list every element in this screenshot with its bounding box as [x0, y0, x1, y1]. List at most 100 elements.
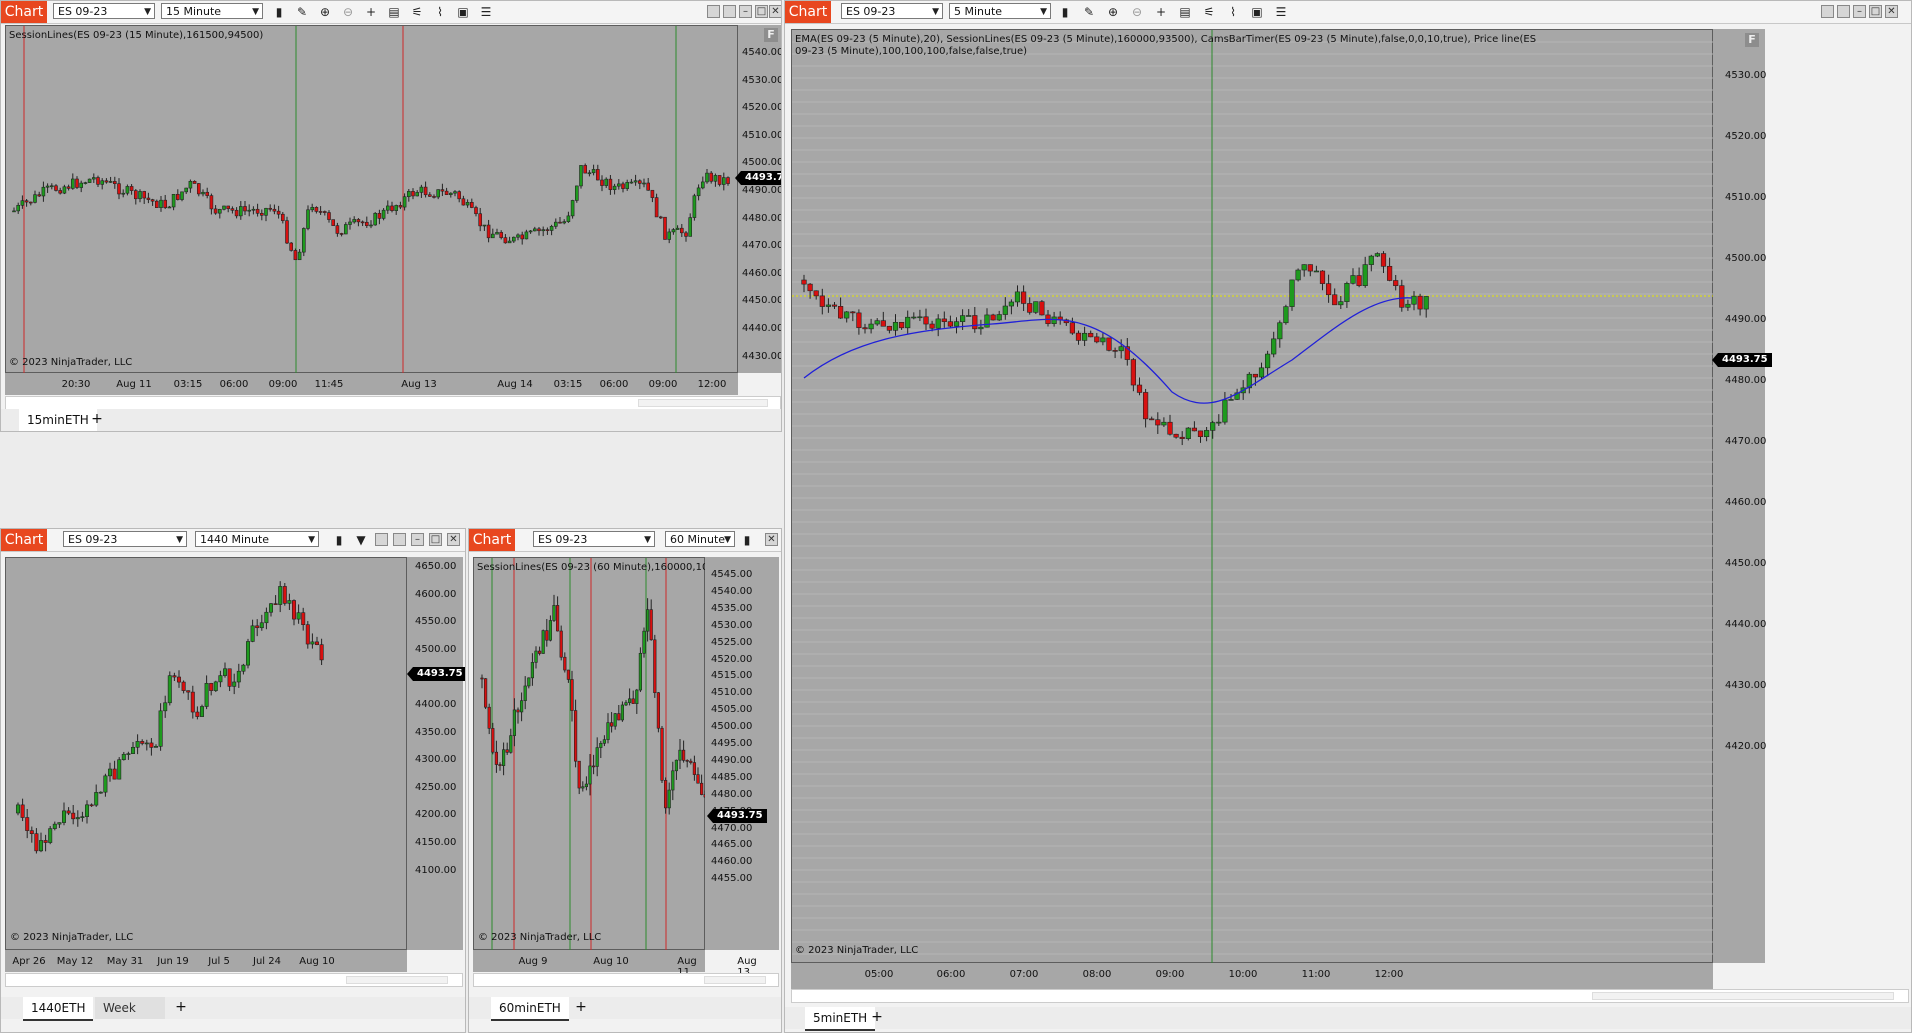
bar-style-icon[interactable]: ▮ — [739, 532, 755, 548]
candle-body — [1106, 337, 1112, 351]
candle-body — [402, 196, 407, 208]
instrument-selector[interactable]: ES 09-23 ▼ — [63, 531, 187, 547]
bar-style-icon[interactable]: ▮ — [271, 4, 287, 20]
horizontal-scrollbar[interactable] — [473, 973, 779, 987]
candle-body — [385, 205, 390, 211]
price-panel[interactable]: EMA(ES 09-23 (5 Minute),20), SessionLine… — [791, 29, 1714, 964]
tab-week[interactable]: Week — [95, 997, 165, 1019]
window-link-button[interactable] — [375, 533, 388, 546]
chart-toolbar: Chart ES 09-23 ▼ 60 Minute ▼ ▮ ✕ — [469, 529, 781, 552]
candle-body — [469, 202, 474, 208]
candle-body — [819, 295, 825, 307]
properties-icon[interactable]: ▣ — [455, 4, 471, 20]
candle-body — [671, 229, 676, 233]
candle-body — [103, 775, 108, 793]
indicators-icon[interactable]: ⚟ — [1201, 4, 1217, 20]
scrollbar-thumb[interactable] — [346, 976, 448, 984]
y-axis[interactable]: F 4530.00 4520.00 4510.00 4500.00 4490.00 448… — [1712, 29, 1772, 963]
data-box-icon[interactable]: ▤ — [386, 4, 402, 20]
window-link-button[interactable] — [707, 5, 720, 18]
list-icon[interactable]: ☰ — [1273, 4, 1289, 20]
tab-60minETH[interactable]: 60minETH — [491, 997, 569, 1021]
maximize-button[interactable]: □ — [755, 5, 768, 18]
candle-body — [892, 322, 899, 331]
list-icon[interactable]: ☰ — [478, 4, 494, 20]
more-icon[interactable]: ▼ — [353, 532, 369, 548]
instrument-selector[interactable]: ES 09-23 ▼ — [841, 3, 943, 19]
close-button[interactable]: ✕ — [447, 533, 460, 546]
horizontal-scrollbar[interactable] — [791, 989, 1909, 1003]
window-link2-button[interactable] — [393, 533, 406, 546]
candle-body — [1027, 303, 1033, 313]
add-tab-icon[interactable]: + — [869, 1009, 885, 1025]
horizontal-scrollbar[interactable] — [5, 396, 781, 410]
instrument-selector[interactable]: ES 09-23 ▼ — [53, 3, 155, 19]
scrollbar-thumb[interactable] — [704, 976, 766, 984]
add-tab-icon[interactable]: + — [573, 999, 589, 1015]
minimize-button[interactable]: – — [411, 533, 424, 546]
strategies-icon[interactable]: ⌇ — [1225, 4, 1241, 20]
candle-body — [71, 178, 75, 189]
candle-body — [660, 727, 664, 781]
data-box-icon[interactable]: ▤ — [1177, 4, 1193, 20]
y-axis[interactable]: 4545.00 4540.00 4535.00 4530.00 4525.00 4520.… — [705, 557, 779, 950]
x-axis[interactable]: 20:30 Aug 11 03:15 06:00 09:00 11:45 Aug 13 Aug… — [5, 373, 738, 395]
draw-icon[interactable]: ✎ — [1081, 4, 1097, 20]
x-axis[interactable]: 05:00 06:00 07:00 08:00 09:00 10:00 11:00 12:00 — [791, 963, 1713, 989]
bar-style-icon[interactable]: ▮ — [331, 532, 347, 548]
zoom-in-icon[interactable]: ⊕ — [317, 4, 333, 20]
candle-body — [172, 675, 177, 678]
candle-body — [953, 321, 960, 327]
draw-icon[interactable]: ✎ — [294, 4, 310, 20]
interval-selector[interactable]: 15 Minute ▼ — [161, 3, 263, 19]
interval-selector[interactable]: 60 Minute ▼ — [665, 531, 735, 547]
candle-body — [264, 207, 268, 216]
candle-body — [667, 789, 671, 809]
crosshair-icon[interactable]: + — [363, 4, 379, 20]
scrollbar-thumb[interactable] — [638, 399, 768, 407]
add-tab-icon[interactable]: + — [173, 999, 189, 1015]
zoom-in-icon[interactable]: ⊕ — [1105, 4, 1121, 20]
candle-body — [692, 762, 697, 775]
close-button[interactable]: ✕ — [769, 5, 781, 18]
interval-selector[interactable]: 5 Minute ▼ — [949, 3, 1051, 19]
add-tab-icon[interactable]: + — [89, 411, 105, 427]
chart-menu-button[interactable]: Chart — [785, 1, 831, 23]
properties-icon[interactable]: ▣ — [1249, 4, 1265, 20]
strategies-icon[interactable]: ⌇ — [432, 4, 448, 20]
tab-5minETH[interactable]: 5minETH — [805, 1007, 876, 1031]
close-button[interactable]: ✕ — [1885, 5, 1898, 18]
crosshair-icon[interactable]: + — [1153, 4, 1169, 20]
candle-body — [138, 191, 142, 200]
minimize-button[interactable]: – — [739, 5, 752, 18]
chart-menu-button[interactable]: Chart — [469, 529, 515, 551]
horizontal-scrollbar[interactable] — [5, 973, 463, 987]
window-link2-button[interactable] — [723, 5, 736, 18]
price-panel[interactable]: SessionLines(ES 09-23 (60 Minute),160000… — [473, 557, 738, 951]
interval-selector[interactable]: 1440 Minute ▼ — [195, 531, 319, 547]
minimize-button[interactable]: – — [1853, 5, 1866, 18]
flag-icon[interactable]: F — [1745, 33, 1759, 47]
chart-menu-button[interactable]: Chart — [1, 529, 47, 551]
price-panel[interactable]: SessionLines(ES 09-23 (15 Minute),161500… — [5, 25, 738, 374]
bar-style-icon[interactable]: ▮ — [1057, 4, 1073, 20]
flag-icon[interactable]: F — [764, 28, 778, 42]
indicators-icon[interactable]: ⚟ — [409, 4, 425, 20]
window-link-button[interactable] — [1821, 5, 1834, 18]
window-link2-button[interactable] — [1837, 5, 1850, 18]
y-axis[interactable]: F 4540.00 4530.00 4520.00 4510.00 4500.00 449… — [735, 25, 781, 373]
chart-menu-button[interactable]: Chart — [1, 1, 47, 23]
price-panel[interactable]: © 2023 NinjaTrader, LLC — [5, 557, 407, 950]
tab-15minETH[interactable]: 15minETH — [19, 409, 97, 431]
maximize-button[interactable]: □ — [1869, 5, 1882, 18]
y-axis[interactable]: 4650.004600.004550.004500.004450.004400.… — [407, 557, 465, 950]
maximize-button[interactable]: □ — [429, 533, 442, 546]
x-axis[interactable]: Aug 9Aug 10Aug 11Aug 13 — [473, 950, 757, 978]
x-axis[interactable]: Apr 26 May 12 May 31 Jun 19 Jul 5 Jul 24 Aug 1… — [5, 950, 407, 972]
close-button[interactable]: ✕ — [765, 533, 778, 546]
instrument-selector[interactable]: ES 09-23 ▼ — [533, 531, 655, 547]
tab-1440minETH[interactable]: 1440ETH — [23, 997, 94, 1021]
zoom-out-icon[interactable]: ⊖ — [340, 4, 356, 20]
zoom-out-icon[interactable]: ⊖ — [1129, 4, 1145, 20]
scrollbar-thumb[interactable] — [1592, 992, 1894, 1000]
